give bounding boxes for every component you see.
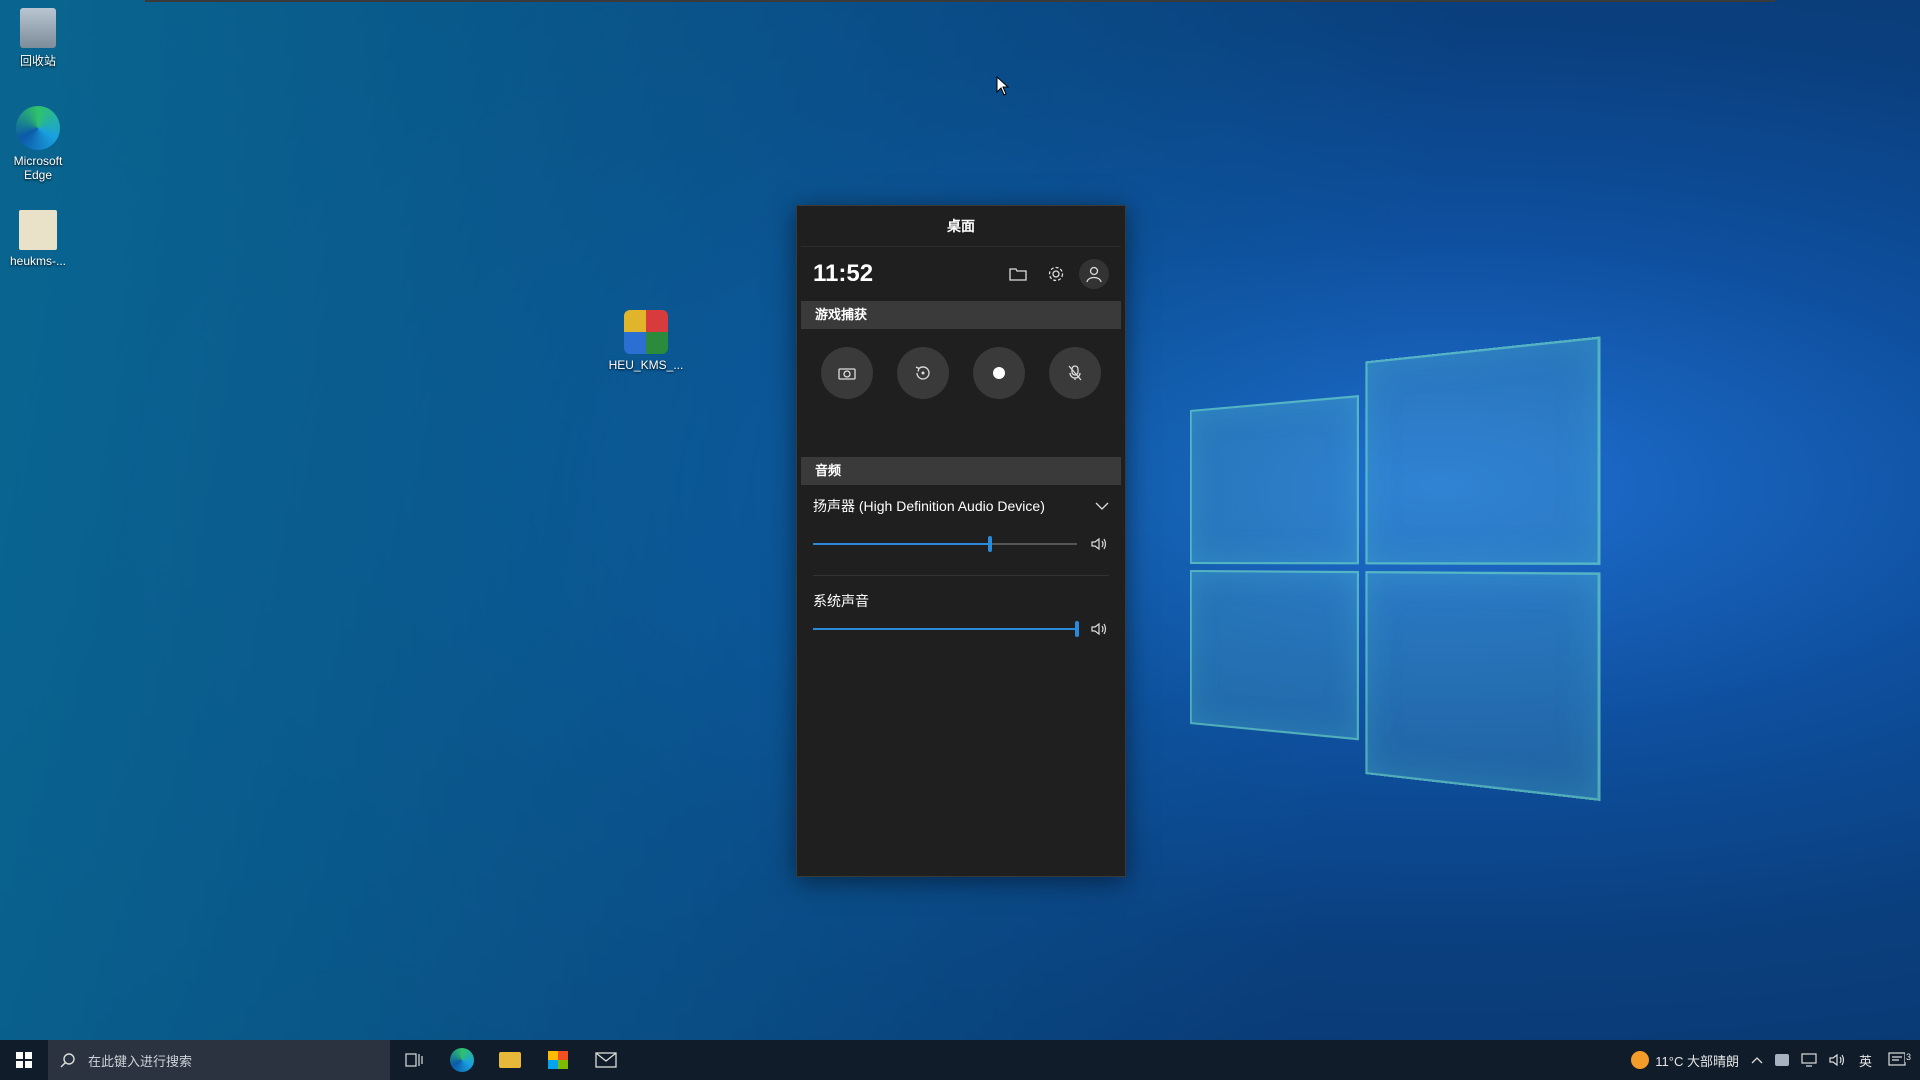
network-icon bbox=[1801, 1053, 1817, 1067]
show-hidden-icons-button[interactable] bbox=[1745, 1056, 1769, 1064]
device-volume-slider[interactable] bbox=[813, 534, 1077, 554]
weather-widget[interactable]: 11°C 大部晴朗 bbox=[1625, 1051, 1745, 1070]
cube-app-icon bbox=[624, 310, 668, 354]
camera-icon bbox=[838, 366, 856, 380]
mic-off-icon bbox=[1066, 364, 1084, 382]
security-icon bbox=[1775, 1054, 1789, 1066]
notification-icon bbox=[1888, 1052, 1906, 1068]
desktop-icon-label: HEU_KMS_... bbox=[609, 358, 684, 372]
system-volume-slider[interactable] bbox=[813, 619, 1077, 639]
clock-row: 11:52 bbox=[797, 247, 1125, 301]
game-bar-panel: 桌面 11:52 游戏捕获 音频 扬声器 (High Definition Au… bbox=[796, 205, 1126, 877]
speaker-icon[interactable] bbox=[1091, 537, 1109, 551]
audio-device-selector[interactable]: 扬声器 (High Definition Audio Device) bbox=[797, 485, 1125, 527]
chevron-down-icon bbox=[1095, 501, 1109, 511]
document-icon bbox=[19, 210, 57, 250]
system-tray: 11°C 大部晴朗 英 3 bbox=[1625, 1040, 1920, 1080]
top-edge-line bbox=[145, 0, 1775, 2]
desktop-icon-label: Microsoft Edge bbox=[14, 154, 63, 182]
security-tray-button[interactable] bbox=[1769, 1054, 1795, 1066]
record-icon bbox=[992, 366, 1006, 380]
store-icon bbox=[548, 1051, 568, 1069]
replay-icon bbox=[914, 364, 932, 382]
capture-section-header: 游戏捕获 bbox=[801, 301, 1121, 329]
edge-icon bbox=[450, 1048, 474, 1072]
person-icon bbox=[1085, 265, 1103, 283]
folder-button[interactable] bbox=[1003, 259, 1033, 289]
volume-button[interactable] bbox=[1823, 1053, 1853, 1067]
mail-button[interactable] bbox=[582, 1040, 630, 1080]
windows-logo-wallpaper bbox=[1190, 337, 1595, 783]
gear-icon bbox=[1047, 265, 1065, 283]
recycle-bin-desktop-icon[interactable]: 回收站 bbox=[0, 8, 76, 69]
heu-kms-desktop-icon[interactable]: HEU_KMS_... bbox=[608, 310, 684, 372]
mouse-cursor-icon bbox=[996, 76, 1010, 101]
start-button[interactable] bbox=[0, 1040, 48, 1080]
start-recording-button[interactable] bbox=[973, 347, 1025, 399]
capture-controls bbox=[797, 329, 1125, 431]
audio-section-header: 音频 bbox=[801, 457, 1121, 485]
screenshot-button[interactable] bbox=[821, 347, 873, 399]
windows-icon bbox=[16, 1052, 32, 1068]
taskbar: 在此键入进行搜索 11°C 大部晴朗 英 3 bbox=[0, 1040, 1920, 1080]
search-icon bbox=[48, 1052, 88, 1068]
folder-icon bbox=[1009, 267, 1027, 281]
search-placeholder: 在此键入进行搜索 bbox=[88, 1051, 192, 1070]
device-volume-row bbox=[797, 527, 1125, 561]
account-button[interactable] bbox=[1079, 259, 1109, 289]
folder-icon bbox=[499, 1052, 521, 1068]
system-volume-row bbox=[797, 612, 1125, 646]
recycle-bin-icon bbox=[20, 8, 56, 48]
notification-badge: 3 bbox=[1905, 1052, 1912, 1062]
edge-icon bbox=[16, 106, 60, 150]
audio-device-name: 扬声器 (High Definition Audio Device) bbox=[813, 496, 1095, 516]
notification-center-button[interactable]: 3 bbox=[1878, 1052, 1920, 1068]
settings-button[interactable] bbox=[1041, 259, 1071, 289]
desktop-icon-label: heukms-... bbox=[10, 254, 66, 268]
clock: 11:52 bbox=[813, 260, 995, 288]
edge-desktop-icon[interactable]: Microsoft Edge bbox=[0, 106, 76, 182]
mail-icon bbox=[595, 1052, 617, 1068]
search-box[interactable]: 在此键入进行搜索 bbox=[48, 1040, 390, 1080]
edge-taskbar-button[interactable] bbox=[438, 1040, 486, 1080]
record-last-button[interactable] bbox=[897, 347, 949, 399]
store-button[interactable] bbox=[534, 1040, 582, 1080]
chevron-up-icon bbox=[1751, 1056, 1763, 1064]
mic-toggle-button[interactable] bbox=[1049, 347, 1101, 399]
speaker-icon[interactable] bbox=[1091, 622, 1109, 636]
task-view-button[interactable] bbox=[390, 1040, 438, 1080]
weather-text: 11°C 大部晴朗 bbox=[1655, 1051, 1739, 1070]
divider bbox=[813, 575, 1109, 576]
system-sound-label: 系统声音 bbox=[797, 590, 1125, 612]
panel-title: 桌面 bbox=[801, 206, 1121, 247]
network-button[interactable] bbox=[1795, 1053, 1823, 1067]
heukms-desktop-icon[interactable]: heukms-... bbox=[0, 210, 76, 268]
speaker-icon bbox=[1829, 1053, 1847, 1067]
file-explorer-button[interactable] bbox=[486, 1040, 534, 1080]
desktop-icon-label: 回收站 bbox=[20, 54, 56, 68]
task-view-icon bbox=[405, 1052, 423, 1068]
weather-icon bbox=[1631, 1051, 1649, 1069]
ime-indicator[interactable]: 英 bbox=[1853, 1051, 1878, 1070]
